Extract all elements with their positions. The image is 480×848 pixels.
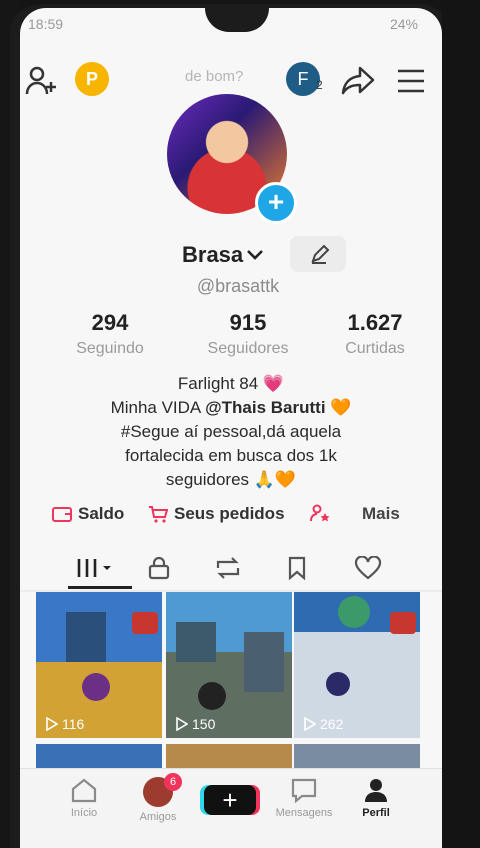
profile-avatar-wrap[interactable]: + xyxy=(167,94,297,224)
tab-reposts[interactable] xyxy=(214,556,242,585)
nav-profile[interactable]: Perfil xyxy=(336,777,416,819)
more-label: Mais xyxy=(362,504,400,523)
menu-icon[interactable] xyxy=(396,68,426,99)
stat-likes-value: 1.627 xyxy=(347,310,403,335)
bio-line-2-prefix: Minha VIDA xyxy=(110,398,206,417)
play-icon xyxy=(176,717,188,731)
stat-following[interactable]: 294 Seguindo xyxy=(55,310,165,358)
stat-following-value: 294 xyxy=(91,310,129,335)
wallet-icon xyxy=(52,507,72,522)
friend-avatar-badge[interactable]: F xyxy=(286,62,320,96)
friend-count: 2 xyxy=(316,78,323,92)
stat-following-label: Seguindo xyxy=(76,340,144,357)
video-views: 262 xyxy=(304,716,343,732)
bookmark-icon xyxy=(288,556,306,581)
shop-row: Saldo Seus pedidos Mais xyxy=(20,504,442,534)
active-tab-indicator xyxy=(68,586,132,589)
video-thumbnail[interactable]: 262 xyxy=(294,592,420,738)
chevron-down-icon xyxy=(247,250,264,260)
pencil-icon xyxy=(311,244,330,264)
stat-followers-label: Seguidores xyxy=(207,340,289,357)
profile-name[interactable]: Brasa xyxy=(182,242,264,268)
video-views-count: 262 xyxy=(320,716,344,732)
bottom-navigation: Início 6 Amigos + Mensagens Perfil xyxy=(20,768,442,848)
status-time: 18:59 xyxy=(28,16,64,32)
nav-messages[interactable]: Mensagens xyxy=(264,777,344,819)
tab-saved[interactable] xyxy=(286,556,308,585)
message-icon xyxy=(291,778,317,803)
nav-messages-label: Mensagens xyxy=(275,807,333,819)
video-views: 150 xyxy=(176,716,215,732)
play-icon xyxy=(46,717,58,731)
nav-home-label: Início xyxy=(70,807,98,819)
app-screen: 18:59 24% P de bom? F 2 + Brasa @brasatt… xyxy=(20,8,442,848)
bio-line-2: Minha VIDA @Thais Barutti 🧡 xyxy=(20,396,442,420)
stat-likes[interactable]: 1.627 Curtidas xyxy=(320,310,430,358)
bio-line-1: Farlight 84 💗 xyxy=(177,374,285,393)
orders-button[interactable]: Seus pedidos xyxy=(148,504,285,524)
add-story-button[interactable]: + xyxy=(255,182,297,224)
bio-line-5: seguidores 🙏🧡 xyxy=(165,470,297,489)
more-button[interactable]: Mais xyxy=(362,504,400,524)
premium-badge[interactable]: P xyxy=(75,62,109,96)
home-icon xyxy=(71,778,97,803)
bio-mention-link[interactable]: @Thais Barutti xyxy=(205,398,325,417)
battery-level: 24% xyxy=(389,16,418,32)
play-icon xyxy=(304,717,316,731)
stat-likes-label: Curtidas xyxy=(345,340,405,357)
tab-private[interactable] xyxy=(146,556,172,585)
profile-icon xyxy=(365,779,387,802)
nav-friends[interactable]: 6 Amigos xyxy=(118,773,198,823)
profile-name-text: Brasa xyxy=(182,242,244,267)
video-views: 116 xyxy=(46,716,84,732)
profile-handle: @brasattk xyxy=(196,276,280,296)
lock-icon xyxy=(148,556,170,580)
balance-button[interactable]: Saldo xyxy=(52,504,124,524)
content-tabs xyxy=(20,546,442,592)
stat-followers[interactable]: 915 Seguidores xyxy=(193,310,303,358)
video-views-count: 116 xyxy=(62,716,85,732)
create-button[interactable]: + xyxy=(204,785,256,815)
profile-stats: 294 Seguindo 915 Seguidores 1.627 Curtid… xyxy=(20,310,442,366)
edit-profile-button[interactable] xyxy=(290,236,346,272)
person-star-icon xyxy=(310,504,330,522)
add-friend-icon[interactable] xyxy=(24,64,58,103)
top-title: de bom? xyxy=(185,68,244,85)
video-thumbnail[interactable]: 116 xyxy=(36,592,162,738)
bio-line-2-suffix: 🧡 xyxy=(325,398,352,417)
stat-followers-value: 915 xyxy=(229,310,267,335)
bio-line-4: fortalecida em busca dos 1k xyxy=(125,446,337,465)
creator-tools-button[interactable] xyxy=(310,504,334,522)
phone-right-edge xyxy=(442,0,480,848)
name-row: Brasa xyxy=(20,236,442,276)
grid-icon xyxy=(77,559,111,577)
heart-icon xyxy=(354,555,382,580)
tab-liked[interactable] xyxy=(354,555,382,585)
nav-friends-label: Amigos xyxy=(139,811,177,823)
nav-profile-label: Perfil xyxy=(362,807,390,819)
cart-icon xyxy=(149,506,168,523)
tab-videos[interactable] xyxy=(76,556,116,585)
video-views-count: 150 xyxy=(192,716,216,732)
video-thumbnail[interactable]: 150 xyxy=(166,592,292,738)
orders-label: Seus pedidos xyxy=(174,504,285,523)
repost-icon xyxy=(216,557,240,579)
friends-badge: 6 xyxy=(164,773,182,791)
nav-home[interactable]: Início xyxy=(44,777,124,819)
bio-line-3: #Segue aí pessoal,dá aquela xyxy=(120,422,342,441)
profile-bio: Farlight 84 💗 Minha VIDA @Thais Barutti … xyxy=(20,372,442,492)
share-icon[interactable] xyxy=(340,64,376,103)
balance-label: Saldo xyxy=(78,504,125,523)
